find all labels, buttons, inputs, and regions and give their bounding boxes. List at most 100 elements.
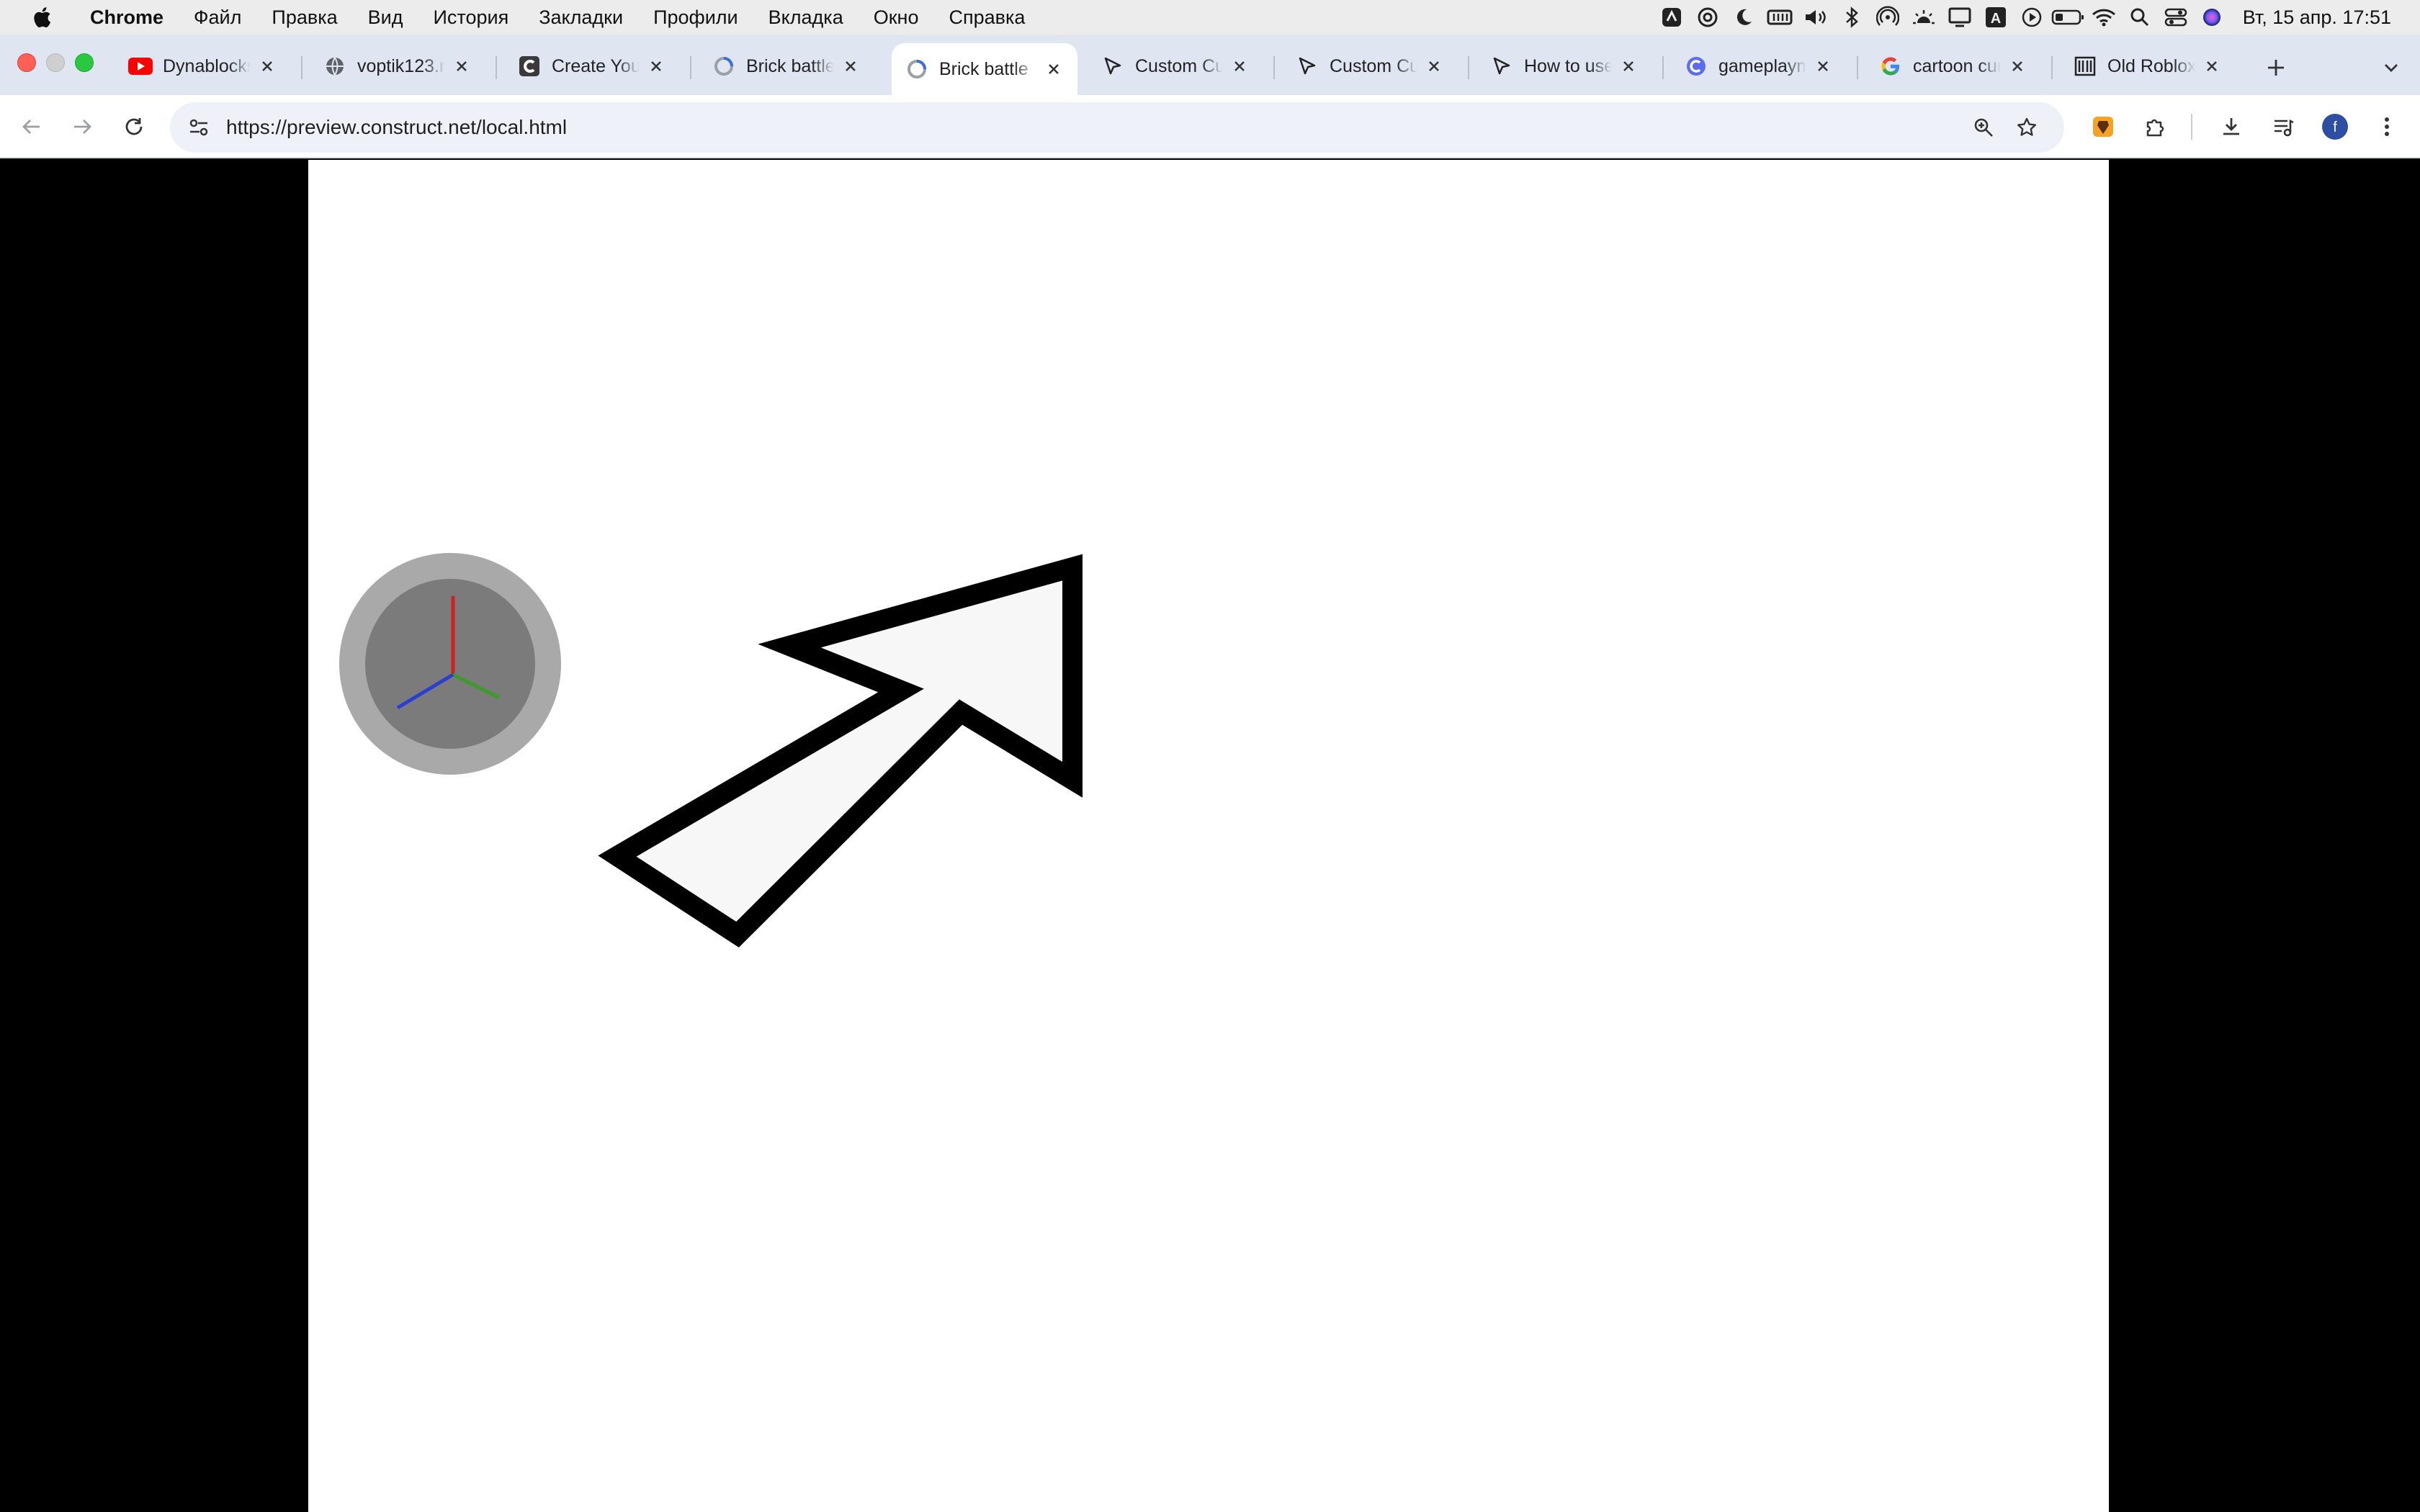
menu-bookmarks[interactable]: Закладки	[524, 0, 638, 35]
siri-icon[interactable]	[2194, 0, 2230, 35]
youtube-icon	[128, 54, 153, 78]
tab-gameplay[interactable]: gameplaym	[1671, 43, 1847, 89]
menu-view[interactable]: Вид	[353, 0, 418, 35]
tab-dynablocks[interactable]: Dynablocks	[115, 43, 291, 89]
tab-close-icon[interactable]	[451, 55, 472, 77]
tab-strip: Dynablocks voptik123.r Create Your Brick…	[0, 35, 2420, 95]
menu-edit[interactable]: Правка	[256, 0, 352, 35]
toolbar-separator	[2191, 114, 2192, 140]
tab-separator	[690, 56, 691, 79]
wifi-icon[interactable]	[2086, 0, 2122, 35]
display-icon[interactable]	[1942, 0, 1978, 35]
window-minimize-button[interactable]	[46, 53, 65, 72]
tab-close-icon[interactable]	[645, 55, 667, 77]
tab-separator	[496, 56, 497, 79]
menu-app-name[interactable]: Chrome	[75, 0, 179, 35]
address-bar[interactable]: https://preview.construct.net/local.html	[170, 102, 2064, 153]
google-icon	[1878, 54, 1903, 78]
construct-icon	[517, 54, 542, 78]
menu-profiles[interactable]: Профили	[638, 0, 753, 35]
gameplay-icon	[1684, 54, 1708, 78]
tab-title: Create Your	[552, 55, 640, 76]
apple-menu-icon[interactable]	[24, 0, 59, 35]
tab-close-icon[interactable]	[1229, 55, 1250, 77]
tab-cartoon-cursor[interactable]: cartoon cur	[1865, 43, 2041, 89]
construct-loading-icon	[712, 54, 736, 78]
tab-close-icon[interactable]	[1618, 55, 1639, 77]
tab-close-icon[interactable]	[840, 55, 861, 77]
tab-close-icon[interactable]	[2201, 55, 2223, 77]
url-text[interactable]: https://preview.construct.net/local.html	[226, 102, 567, 153]
tab-custom-cursor-2[interactable]: Custom Cu	[1282, 43, 1458, 89]
tab-old-roblox[interactable]: Old Roblox	[2060, 43, 2236, 89]
arrow-cursor-sprite[interactable]	[598, 554, 1083, 948]
page-viewport	[0, 160, 2420, 1512]
tab-title: Old Roblox	[2107, 55, 2195, 76]
bluetooth-icon[interactable]	[1834, 0, 1870, 35]
tab-brick-battle[interactable]: Brick battle	[699, 43, 874, 89]
memory-icon[interactable]	[1762, 0, 1798, 35]
tab-close-icon[interactable]	[1812, 55, 1834, 77]
creative-cloud-status-icon[interactable]	[1654, 0, 1690, 35]
volume-icon[interactable]	[1798, 0, 1834, 35]
tab-custom-cursor-1[interactable]: Custom Cu	[1088, 43, 1263, 89]
profile-avatar[interactable]: f	[2319, 111, 2351, 143]
reload-button[interactable]	[118, 111, 150, 143]
tab-search-chevron-icon[interactable]	[2375, 52, 2407, 84]
tab-title: gameplaym	[1718, 55, 1806, 76]
tab-how-to-use[interactable]: How to use	[1476, 43, 1652, 89]
tab-separator	[301, 56, 302, 79]
tab-title: Brick battle	[939, 58, 1028, 79]
extensions-puzzle-icon[interactable]	[2139, 111, 2171, 143]
svg-text:A: A	[1991, 11, 2001, 27]
spotlight-search-icon[interactable]	[2122, 0, 2158, 35]
media-play-icon[interactable]	[2014, 0, 2050, 35]
tab-close-icon[interactable]	[2007, 55, 2028, 77]
tab-close-icon[interactable]	[1423, 55, 1445, 77]
tab-separator	[1273, 56, 1275, 79]
tab-voptik123[interactable]: voptik123.r	[310, 43, 485, 89]
new-tab-button[interactable]	[2260, 52, 2292, 84]
axis-gizmo[interactable]	[339, 553, 561, 775]
menu-window[interactable]: Окно	[859, 0, 934, 35]
menu-file[interactable]: Файл	[179, 0, 256, 35]
game-scene	[339, 553, 1083, 948]
downloads-icon[interactable]	[2215, 111, 2247, 143]
profile-initial: f	[2333, 120, 2337, 135]
zoom-icon[interactable]	[1968, 112, 1999, 143]
battery-icon[interactable]	[2050, 0, 2086, 35]
brightness-icon[interactable]	[1906, 0, 1942, 35]
tab-title: Custom Cu	[1330, 55, 1417, 76]
chrome-menu-icon[interactable]	[2371, 111, 2403, 143]
extension-brave-lion-icon[interactable]	[2087, 111, 2119, 143]
construct-loading-icon	[905, 57, 929, 81]
tab-brick-battle-active[interactable]: Brick battle	[892, 43, 1077, 95]
site-info-icon[interactable]	[183, 112, 215, 143]
control-center-icon[interactable]	[2158, 0, 2194, 35]
airdrop-icon[interactable]	[1870, 0, 1906, 35]
browser-toolbar: https://preview.construct.net/local.html…	[0, 95, 2420, 158]
forward-button[interactable]	[66, 111, 98, 143]
archive-icon	[2073, 54, 2097, 78]
status-area: A Вт, 15 апр. 17:51	[1654, 0, 2420, 35]
menu-tab[interactable]: Вкладка	[753, 0, 859, 35]
adobe-cloud-icon[interactable]	[1690, 0, 1726, 35]
tab-close-icon[interactable]	[1043, 58, 1065, 80]
window-close-button[interactable]	[17, 53, 36, 72]
input-source-icon[interactable]: A	[1978, 0, 2014, 35]
back-button[interactable]	[16, 111, 48, 143]
menu-history[interactable]: История	[418, 0, 524, 35]
game-canvas[interactable]	[308, 160, 2109, 1512]
macos-menu-bar: Chrome Файл Правка Вид История Закладки …	[0, 0, 2420, 35]
tab-create-your[interactable]: Create Your	[504, 43, 680, 89]
menu-help[interactable]: Справка	[933, 0, 1040, 35]
menu-clock[interactable]: Вт, 15 апр. 17:51	[2230, 6, 2420, 29]
window-zoom-button[interactable]	[75, 53, 94, 72]
gizmo-inner-disc	[365, 579, 535, 749]
tab-title: Brick battle	[746, 55, 834, 76]
moon-icon[interactable]	[1726, 0, 1762, 35]
tab-close-icon[interactable]	[256, 55, 278, 77]
tab-separator	[2051, 56, 2053, 79]
bookmark-star-icon[interactable]	[2011, 112, 2043, 143]
media-controls-icon[interactable]	[2267, 111, 2299, 143]
